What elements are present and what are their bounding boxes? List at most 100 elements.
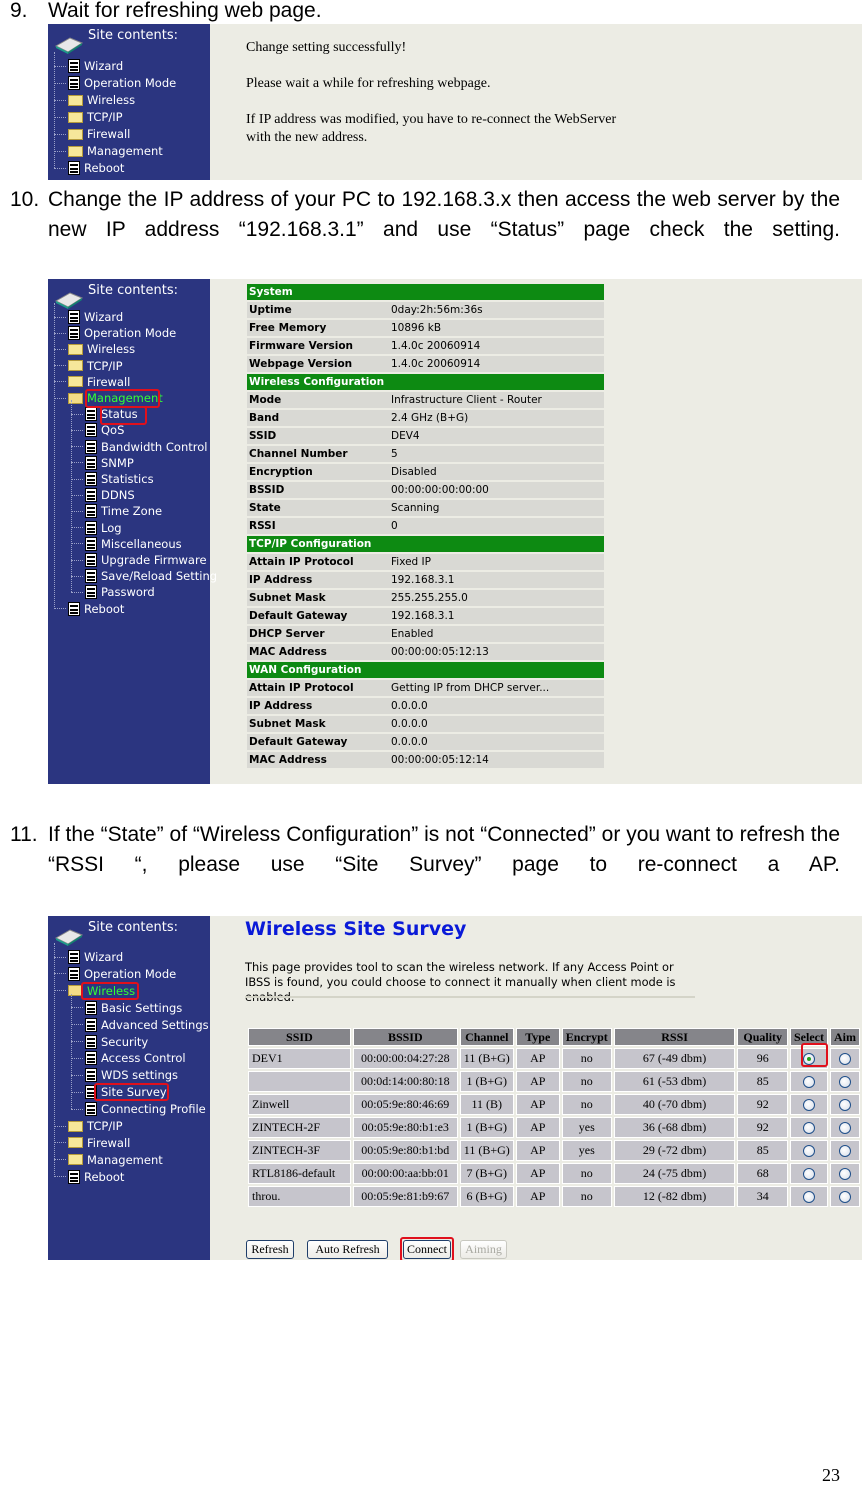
status-label: MAC Address: [247, 644, 389, 660]
sidebar-item-firewall[interactable]: Firewall: [54, 374, 130, 390]
sidebar-item-upgrade-firmware[interactable]: Upgrade Firmware: [71, 552, 207, 568]
sidebar-item-password[interactable]: Password: [71, 584, 155, 600]
sidebar-item-label: Basic Settings: [101, 1000, 183, 1015]
status-row: BSSID 00:00:00:00:00:00: [247, 482, 604, 498]
select-radio[interactable]: [802, 1076, 815, 1089]
status-row: Firmware Version 1.4.0c 20060914: [247, 338, 604, 354]
sidebar-item-label: Wireless: [87, 342, 136, 357]
sidebar-item-wireless[interactable]: Wireless: [54, 92, 135, 108]
cell-quality: 68: [737, 1163, 788, 1184]
column-header-bssid[interactable]: BSSID: [352, 1028, 458, 1046]
highlight-connect: [400, 1237, 454, 1260]
tree-connector: [54, 956, 66, 958]
cell-type: AP: [515, 1048, 560, 1069]
sidebar-item-operation-mode[interactable]: Operation Mode: [54, 75, 176, 91]
sidebar-item-miscellaneous[interactable]: Miscellaneous: [71, 536, 182, 552]
sidebar-item-operation-mode[interactable]: Operation Mode: [54, 966, 176, 982]
aim-radio[interactable]: [838, 1191, 851, 1204]
cell-ssid: throu.: [248, 1186, 351, 1207]
column-header-channel[interactable]: Channel: [459, 1028, 514, 1046]
sidebar-item-wds-settings[interactable]: WDS settings: [71, 1067, 178, 1083]
sidebar-item-log[interactable]: Log: [71, 520, 122, 536]
sidebar-item-label: Reboot: [84, 1169, 125, 1184]
tree-line: [54, 303, 55, 609]
sidebar-item-save-reload-setting[interactable]: Save/Reload Setting: [71, 568, 217, 584]
cell-select: [789, 1140, 828, 1161]
sidebar-item-snmp[interactable]: SNMP: [71, 455, 134, 471]
section-header: WAN Configuration: [247, 662, 604, 678]
status-row: IP Address 192.168.3.1: [247, 572, 604, 588]
status-label: SSID: [247, 428, 389, 444]
sidebar-item-label: Wizard: [84, 950, 124, 964]
sidebar-item-wizard[interactable]: Wizard: [54, 949, 123, 965]
select-radio[interactable]: [802, 1168, 815, 1181]
select-radio[interactable]: [802, 1145, 815, 1158]
select-radio[interactable]: [802, 1122, 815, 1135]
tree-connector: [54, 167, 66, 169]
cell-select: [789, 1163, 828, 1184]
sidebar-item-wizard[interactable]: Wizard: [54, 58, 123, 74]
column-header-quality[interactable]: Quality: [737, 1028, 788, 1046]
sidebar-item-label: Management: [87, 144, 163, 158]
aim-radio[interactable]: [838, 1145, 851, 1158]
sidebar-item-advanced-settings[interactable]: Advanced Settings: [71, 1017, 209, 1033]
column-header-rssi[interactable]: RSSI: [613, 1028, 736, 1046]
reconnect-message-line2: with the new address.: [246, 130, 368, 145]
sidebar-item-firewall[interactable]: Firewall: [54, 126, 130, 142]
sidebar-item-time-zone[interactable]: Time Zone: [71, 503, 162, 519]
status-value: 10896 kB: [389, 320, 604, 336]
refresh-button[interactable]: Refresh: [246, 1240, 294, 1259]
aim-radio[interactable]: [838, 1076, 851, 1089]
column-header-encrypt[interactable]: Encrypt: [561, 1028, 612, 1046]
auto-refresh-button[interactable]: Auto Refresh: [307, 1240, 388, 1259]
cell-encrypt: no: [561, 1186, 612, 1207]
sidebar-item-management[interactable]: Management: [54, 143, 163, 159]
folder-icon: [68, 94, 83, 106]
select-radio[interactable]: [802, 1191, 815, 1204]
status-label: Uptime: [247, 302, 389, 318]
sidebar-item-ddns[interactable]: DDNS: [71, 487, 135, 503]
page-icon: [85, 455, 97, 470]
sidebar-item-bandwidth-control[interactable]: Bandwidth Control: [71, 439, 207, 455]
sidebar-item-wireless[interactable]: Wireless: [54, 341, 135, 357]
sidebar-item-firewall[interactable]: Firewall: [54, 1135, 130, 1151]
page-description: This page provides tool to scan the wire…: [245, 960, 676, 1004]
sidebar-item-wizard[interactable]: Wizard: [54, 309, 123, 325]
sidebar-item-access-control[interactable]: Access Control: [71, 1050, 186, 1066]
sidebar-item-security[interactable]: Security: [71, 1034, 148, 1050]
aim-radio[interactable]: [838, 1168, 851, 1181]
cell-ssid: ZINTECH-2F: [248, 1117, 351, 1138]
select-radio[interactable]: [802, 1099, 815, 1112]
sidebar-item-statistics[interactable]: Statistics: [71, 471, 154, 487]
sidebar-item-management[interactable]: Management: [54, 1152, 163, 1168]
column-header-ssid[interactable]: SSID: [248, 1028, 351, 1046]
sidebar-item-tcp-ip[interactable]: TCP/IP: [54, 109, 123, 125]
page-icon: [68, 1169, 80, 1184]
sidebar-item-basic-settings[interactable]: Basic Settings: [71, 1000, 182, 1016]
tree-connector: [54, 1142, 66, 1144]
sidebar-item-operation-mode[interactable]: Operation Mode: [54, 325, 176, 341]
sidebar-item-reboot[interactable]: Reboot: [54, 601, 124, 617]
sidebar-item-tcp-ip[interactable]: TCP/IP: [54, 1118, 123, 1134]
status-label: IP Address: [247, 698, 389, 714]
column-header-aim[interactable]: Aim: [829, 1028, 860, 1046]
status-label: Encryption: [247, 464, 389, 480]
cell-select: [789, 1094, 828, 1115]
sidebar-item-tcp-ip[interactable]: TCP/IP: [54, 358, 123, 374]
page-icon: [85, 1051, 97, 1066]
aim-radio[interactable]: [838, 1053, 851, 1066]
sidebar-item-connecting-profile[interactable]: Connecting Profile: [71, 1101, 206, 1117]
tree-connector: [54, 973, 66, 975]
sidebar-item-reboot[interactable]: Reboot: [54, 160, 124, 176]
page-icon: [85, 553, 97, 567]
sidebar-item-label: SNMP: [101, 455, 134, 470]
tree-connector: [54, 990, 66, 992]
aim-radio[interactable]: [838, 1122, 851, 1135]
table-row: throu. 00:05:9e:81:b9:67 6 (B+G) AP no 12 (-8…: [248, 1186, 860, 1207]
tree-connector: [54, 82, 66, 84]
aim-radio[interactable]: [838, 1099, 851, 1112]
status-label: MAC Address: [247, 752, 389, 768]
column-header-type[interactable]: Type: [515, 1028, 560, 1046]
status-row: RSSI 0: [247, 518, 604, 534]
sidebar-item-reboot[interactable]: Reboot: [54, 1169, 124, 1185]
